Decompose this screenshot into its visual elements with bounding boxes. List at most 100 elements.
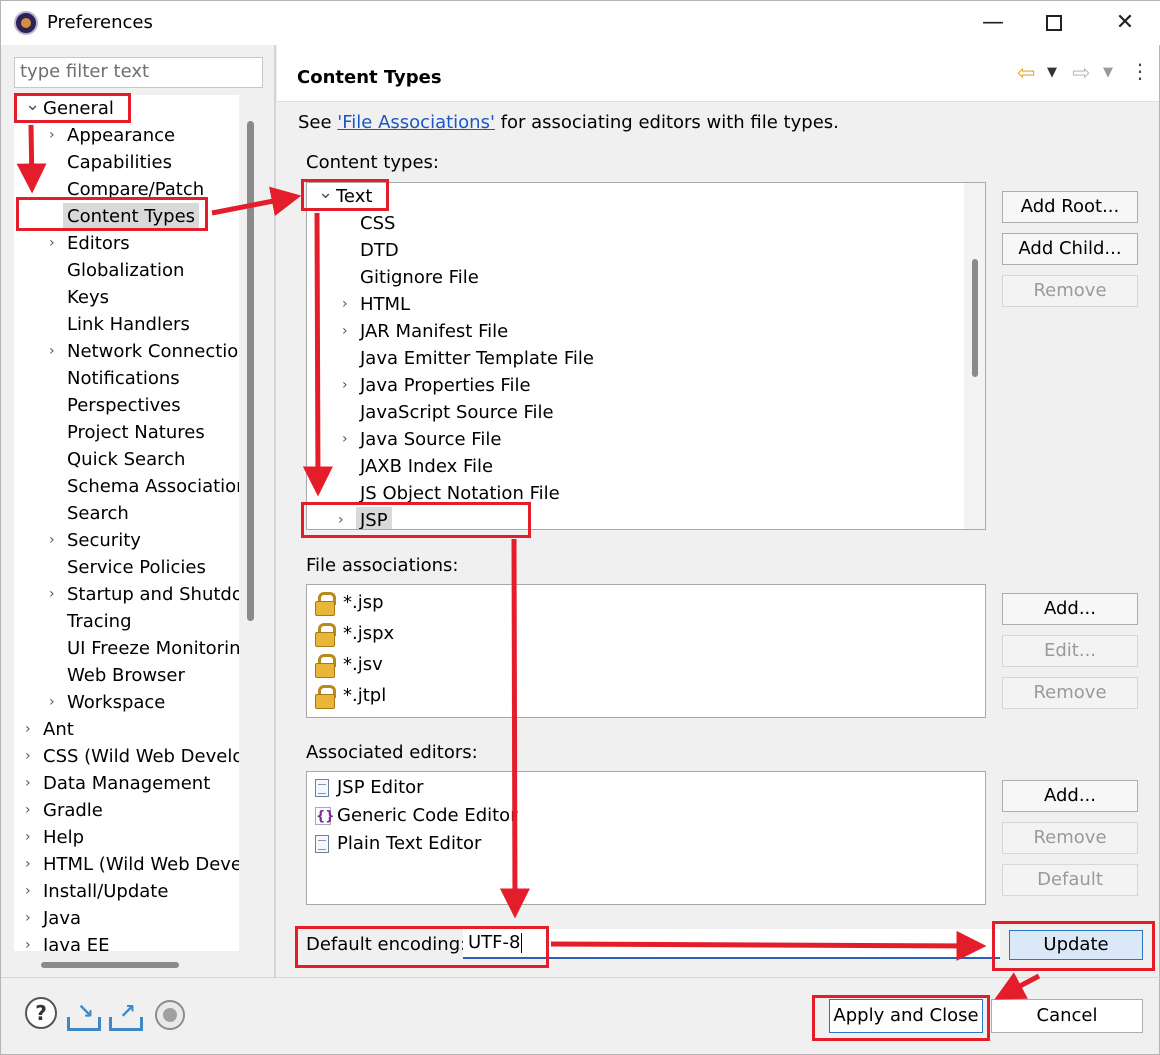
tree-item[interactable]: › Workspace	[49, 689, 165, 716]
chevron-right-icon[interactable]: ›	[49, 689, 63, 716]
tree-item[interactable]: › Help	[25, 824, 84, 851]
file-association-item[interactable]: *.jsv	[315, 650, 383, 680]
tree-item[interactable]: ⌄ General	[25, 95, 114, 122]
content-type-item[interactable]: › JAR Manifest File	[342, 318, 508, 345]
maximize-button[interactable]	[1034, 7, 1074, 39]
tree-item[interactable]: Compare/Patch	[67, 176, 204, 203]
tree-item[interactable]: ›Startup and Shutdown	[49, 581, 239, 608]
tree-item[interactable]: Globalization	[67, 257, 184, 284]
content-type-item[interactable]: CSS	[360, 210, 395, 237]
back-dropdown-icon[interactable]: ▼	[1047, 65, 1057, 80]
filter-input[interactable]: type filter text	[14, 57, 263, 88]
chevron-right-icon[interactable]: ›	[49, 527, 63, 554]
chevron-right-icon[interactable]: ›	[338, 507, 344, 529]
content-types-scroll-thumb[interactable]	[972, 259, 978, 377]
chevron-right-icon[interactable]: ›	[25, 878, 39, 905]
tree-item[interactable]: › Install/Update	[25, 878, 168, 905]
panel-splitter[interactable]	[274, 45, 276, 977]
associated-editor-item[interactable]: {} Generic Code Editor	[315, 802, 518, 830]
content-type-item[interactable]: JavaScript Source File	[360, 399, 554, 426]
tree-item[interactable]: Tracing	[67, 608, 132, 635]
tree-item[interactable]: Notifications	[67, 365, 180, 392]
tree-item[interactable]: › Appearance	[49, 122, 175, 149]
content-type-item[interactable]: JS Object Notation File	[360, 480, 560, 507]
tree-item[interactable]: Link Handlers	[67, 311, 190, 338]
content-type-item[interactable]: Gitignore File	[360, 264, 479, 291]
content-type-item[interactable]: ⌄ Text	[318, 183, 372, 210]
associated-editor-item[interactable]: JSP Editor	[315, 774, 424, 802]
file-association-item[interactable]: *.jtpl	[315, 681, 386, 711]
tree-item[interactable]: Content Types	[63, 203, 200, 230]
tree-item[interactable]: ›HTML (Wild Web Developer)	[25, 851, 239, 878]
remove-file-association-button[interactable]: Remove	[1002, 677, 1138, 709]
add-editor-button[interactable]: Add...	[1002, 780, 1138, 812]
default-encoding-input[interactable]: UTF-8	[463, 929, 1000, 959]
file-association-item[interactable]: *.jspx	[315, 619, 394, 649]
tree-item[interactable]: › Java	[25, 905, 81, 932]
chevron-right-icon[interactable]: ›	[342, 426, 348, 453]
tree-item[interactable]: Search	[67, 500, 129, 527]
export-icon[interactable]: ↗	[109, 999, 143, 1031]
import-icon[interactable]: ↘	[67, 999, 101, 1031]
chevron-right-icon[interactable]: ›	[342, 318, 348, 345]
content-type-item[interactable]: DTD	[360, 237, 399, 264]
chevron-down-icon[interactable]: ⌄	[318, 183, 333, 206]
tree-item[interactable]: Service Policies	[67, 554, 206, 581]
remove-content-type-button[interactable]: Remove	[1002, 275, 1138, 307]
chevron-right-icon[interactable]: ›	[49, 338, 63, 365]
tree-item[interactable]: › Data Management	[25, 770, 210, 797]
tree-item[interactable]: Project Natures	[67, 419, 205, 446]
add-root-button[interactable]: Add Root...	[1002, 191, 1138, 223]
close-button[interactable]: ✕	[1105, 7, 1145, 39]
file-association-item[interactable]: *.jsp	[315, 588, 384, 618]
tree-vertical-scrollbar[interactable]	[239, 95, 263, 951]
content-type-item[interactable]: › Java Properties File	[342, 372, 531, 399]
chevron-right-icon[interactable]: ›	[25, 716, 39, 743]
tree-item[interactable]: Web Browser	[67, 662, 185, 689]
tree-item[interactable]: › Java EE	[25, 932, 110, 951]
chevron-right-icon[interactable]: ›	[25, 851, 39, 878]
oomph-record-icon[interactable]	[155, 1000, 185, 1030]
chevron-right-icon[interactable]: ›	[25, 797, 39, 824]
edit-file-association-button[interactable]: Edit...	[1002, 635, 1138, 667]
tree-item[interactable]: › Ant	[25, 716, 74, 743]
chevron-right-icon[interactable]: ›	[342, 372, 348, 399]
add-file-association-button[interactable]: Add...	[1002, 593, 1138, 625]
add-child-button[interactable]: Add Child...	[1002, 233, 1138, 265]
tree-item[interactable]: ›CSS (Wild Web Developer)	[25, 743, 239, 770]
tree-item[interactable]: Quick Search	[67, 446, 185, 473]
content-type-item[interactable]: JAXB Index File	[360, 453, 493, 480]
chevron-right-icon[interactable]: ›	[25, 824, 39, 851]
remove-editor-button[interactable]: Remove	[1002, 822, 1138, 854]
content-type-item[interactable]: › HTML	[342, 291, 410, 318]
associated-editor-item[interactable]: Plain Text Editor	[315, 830, 481, 858]
update-button[interactable]: Update	[1009, 930, 1143, 960]
minimize-button[interactable]: —	[973, 7, 1013, 39]
chevron-right-icon[interactable]: ›	[25, 905, 39, 932]
view-menu-icon[interactable]: ⋮	[1130, 59, 1150, 83]
back-arrow-icon[interactable]: ⇦	[1017, 61, 1035, 86]
chevron-right-icon[interactable]: ›	[25, 743, 39, 770]
content-types-scrollbar[interactable]	[964, 183, 985, 529]
tree-vertical-scroll-thumb[interactable]	[247, 121, 254, 621]
tree-item[interactable]: › Editors	[49, 230, 130, 257]
content-type-item[interactable]: › Java Source File	[342, 426, 501, 453]
chevron-right-icon[interactable]: ›	[342, 291, 348, 318]
tree-item[interactable]: › Gradle	[25, 797, 103, 824]
chevron-right-icon[interactable]: ›	[49, 230, 63, 257]
file-associations-link[interactable]: 'File Associations'	[337, 112, 495, 133]
tree-item[interactable]: › Network Connection	[49, 338, 239, 365]
tree-item[interactable]: › Security	[49, 527, 141, 554]
tree-item[interactable]: Capabilities	[67, 149, 172, 176]
chevron-right-icon[interactable]: ›	[49, 122, 63, 149]
tree-item[interactable]: Perspectives	[67, 392, 181, 419]
tree-horizontal-scrollbar[interactable]	[14, 951, 263, 973]
apply-and-close-button[interactable]: Apply and Close	[829, 999, 983, 1033]
tree-horizontal-scroll-thumb[interactable]	[41, 962, 179, 968]
help-icon[interactable]: ?	[25, 997, 57, 1029]
cancel-button[interactable]: Cancel	[991, 999, 1143, 1033]
chevron-right-icon[interactable]: ›	[25, 932, 39, 951]
chevron-right-icon[interactable]: ›	[49, 581, 63, 608]
chevron-down-icon[interactable]: ⌄	[25, 95, 40, 118]
tree-item[interactable]: Keys	[67, 284, 109, 311]
